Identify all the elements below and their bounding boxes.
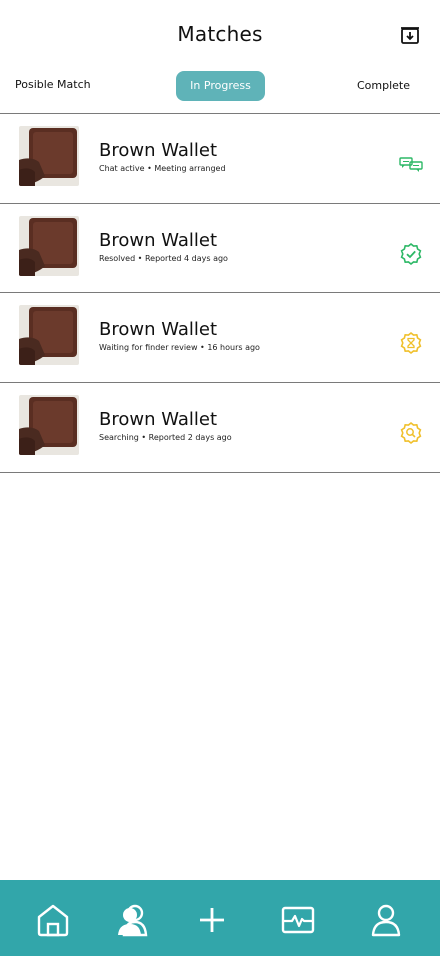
- list-item[interactable]: Brown Wallet Resolved • Reported 4 days …: [0, 204, 440, 293]
- users-icon[interactable]: [115, 902, 151, 938]
- header: Matches: [0, 0, 440, 66]
- search-badge-icon: [399, 421, 423, 445]
- activity-icon[interactable]: [280, 902, 316, 938]
- page-title: Matches: [177, 22, 263, 46]
- item-title: Brown Wallet: [99, 230, 218, 251]
- list-item[interactable]: Brown Wallet Searching • Reported 2 days…: [0, 383, 440, 473]
- item-subtitle: Waiting for finder review • 16 hours ago: [99, 343, 260, 352]
- wallet-thumbnail: [19, 216, 79, 276]
- verified-check-icon: [399, 242, 423, 266]
- chat-bubbles-icon: [399, 152, 423, 176]
- tab-posible-match[interactable]: Posible Match: [15, 70, 91, 100]
- profile-icon[interactable]: [368, 902, 404, 938]
- matches-list: Brown Wallet Chat active • Meeting arran…: [0, 113, 440, 473]
- item-subtitle: Chat active • Meeting arranged: [99, 164, 226, 173]
- hourglass-badge-icon: [399, 331, 423, 355]
- wallet-thumbnail: [19, 126, 79, 186]
- item-title: Brown Wallet: [99, 319, 218, 340]
- home-icon[interactable]: [35, 902, 71, 938]
- wallet-thumbnail: [19, 395, 79, 455]
- bottom-navigation: [0, 880, 440, 956]
- item-subtitle: Searching • Reported 2 days ago: [99, 433, 232, 442]
- list-item[interactable]: Brown Wallet Waiting for finder review •…: [0, 293, 440, 383]
- wallet-thumbnail: [19, 305, 79, 365]
- item-title: Brown Wallet: [99, 409, 218, 430]
- match-tabs: Posible Match In Progress Complete: [0, 70, 440, 104]
- tab-complete[interactable]: Complete: [357, 71, 410, 101]
- item-subtitle: Resolved • Reported 4 days ago: [99, 254, 228, 263]
- tab-in-progress[interactable]: In Progress: [176, 71, 265, 101]
- list-item[interactable]: Brown Wallet Chat active • Meeting arran…: [0, 114, 440, 204]
- plus-icon[interactable]: [194, 902, 230, 938]
- archive-download-icon[interactable]: [399, 24, 421, 46]
- item-title: Brown Wallet: [99, 140, 218, 161]
